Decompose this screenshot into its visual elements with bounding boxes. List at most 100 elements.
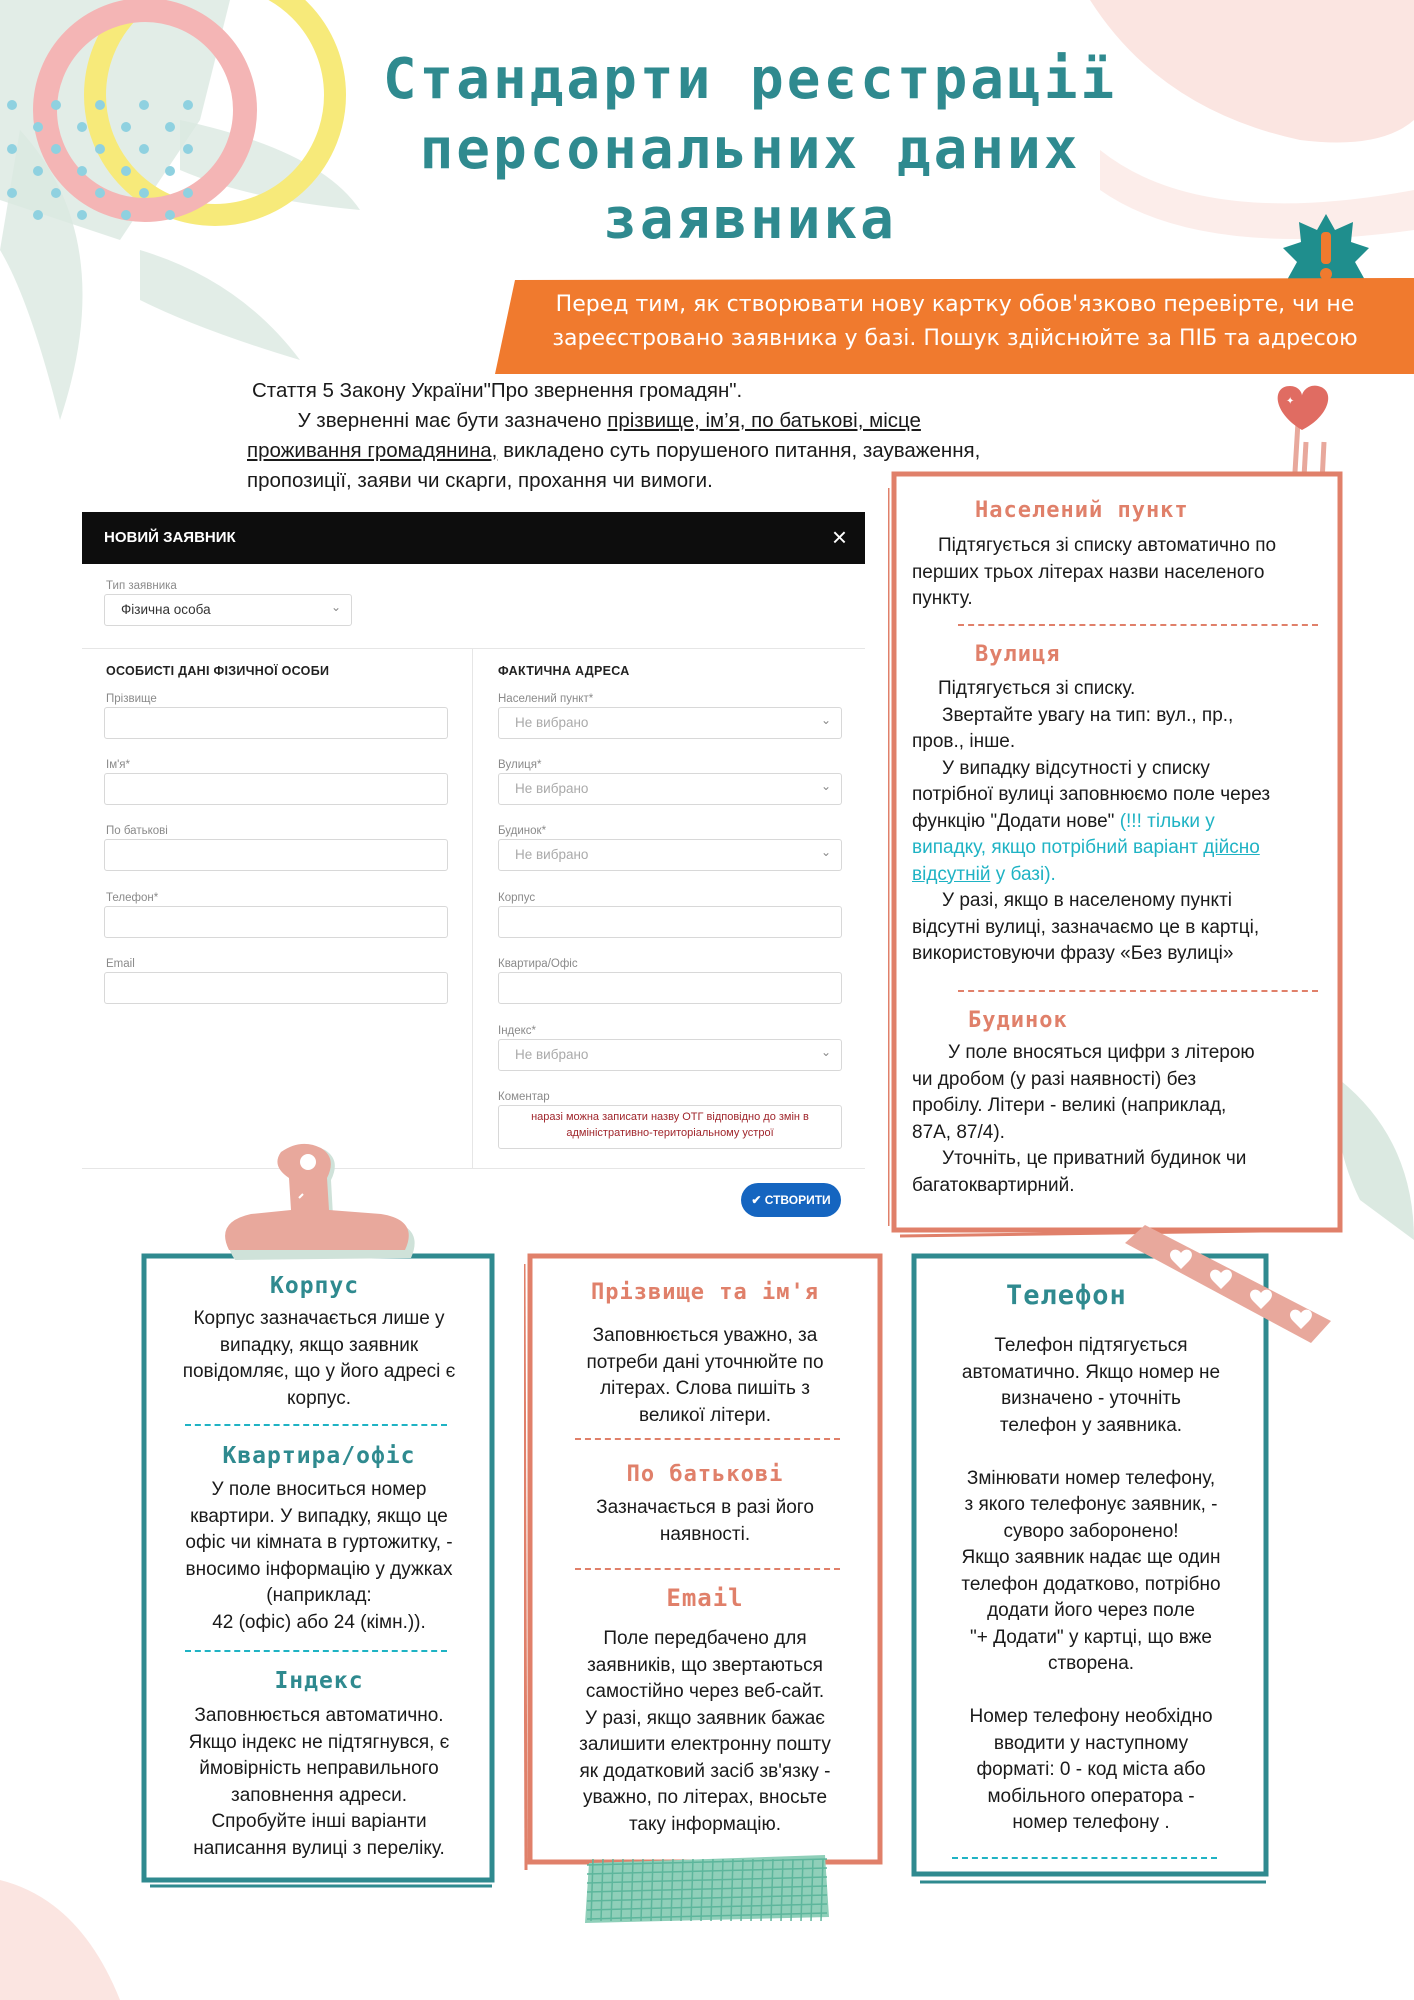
surname-input[interactable] (104, 707, 448, 739)
first-name-input[interactable] (104, 773, 448, 805)
dot-decoration (77, 122, 87, 132)
text-line: багатоквартирний. (912, 1174, 1075, 1196)
text-line: потреби дані уточнюйте по (586, 1351, 824, 1373)
block-input[interactable] (498, 906, 842, 938)
street-note: у базі). (990, 863, 1056, 885)
dot-decoration (121, 210, 131, 220)
phone-input[interactable] (104, 906, 448, 938)
settlement-title: Населений пункт (975, 498, 1189, 523)
dot-decoration (7, 188, 17, 198)
text-line: використовуючи фразу «Без вулиці» (912, 943, 1234, 964)
law-line-2-text: У зверненні має бути зазначено (297, 409, 608, 432)
street-note: (!!! тільки у (1119, 810, 1215, 832)
text-line: перших трьох літерах назви населеного (912, 561, 1265, 583)
dot-decoration (95, 144, 105, 154)
text-line: Звертайте увагу на тип: вул., пр., (942, 704, 1234, 726)
applicant-type-label: Тип заявника (106, 580, 177, 592)
street-placeholder: Не вибрано (515, 781, 589, 796)
text-line: Телефон підтягується (994, 1335, 1188, 1356)
text-line: визначено - уточніть (1001, 1388, 1181, 1409)
index-select[interactable]: Не вибрано ⌄ (498, 1039, 842, 1071)
page-title: Стандарти реєстрації персональних даних … (340, 45, 1160, 255)
personal-section-title: ОСОБИСТІ ДАНІ ФІЗИЧНОЇ ОСОБИ (106, 664, 330, 678)
text-line: ймовірність неправильного (199, 1758, 439, 1779)
text-line: повідомляє, що у його адресі є (182, 1361, 456, 1382)
law-line-2: У зверненні має бути зазначено прізвище,… (252, 406, 1132, 436)
heart-tape-icon (1125, 1225, 1331, 1343)
divider (472, 648, 473, 1168)
text-line: 42 (офіс) або 24 (кімн.)). (212, 1611, 426, 1633)
email-input[interactable] (104, 972, 448, 1004)
patronymic-input[interactable] (104, 839, 448, 871)
street-select[interactable]: Не вибрано ⌄ (498, 773, 842, 805)
dot-decoration (33, 210, 43, 220)
text-line: відсутні вулиці, зазначаємо це в картці, (912, 916, 1260, 938)
block-text: Корпус зазначається лише у випадку, якщо… (152, 1306, 486, 1412)
text-line: великої літери. (639, 1404, 771, 1426)
close-icon[interactable]: × (832, 522, 847, 553)
text-line: заявників, що звертаються (587, 1654, 823, 1676)
dot-decoration (139, 188, 149, 198)
text-line: Корпус зазначається лише у (193, 1308, 445, 1329)
text-line: Номер телефону необхідно (969, 1706, 1213, 1727)
comment-label: Коментар (498, 1091, 550, 1103)
index-title: Індекс (274, 1668, 364, 1694)
chevron-down-icon: ⌄ (820, 1045, 831, 1059)
dot-decoration (51, 144, 61, 154)
text-line: таку інформацію. (628, 1813, 782, 1835)
dot-decoration (77, 166, 87, 176)
dot-decoration (165, 210, 175, 220)
dashed-divider (952, 1857, 1217, 1859)
dot-decoration (95, 188, 105, 198)
text-line: написання вулиці з переліку. (193, 1837, 445, 1859)
text-line: форматі: 0 - код міста або (976, 1759, 1206, 1780)
dot-decoration (7, 100, 17, 110)
index-label: Індекс* (498, 1025, 537, 1037)
chevron-down-icon: ⌄ (820, 845, 831, 859)
comment-textarea[interactable]: наразі можна записати назву ОТГ відповід… (498, 1105, 842, 1149)
text-line: Заповнюється автоматично. (194, 1705, 444, 1726)
text-line: суворо заборонено! (1003, 1520, 1179, 1542)
block-title: Корпус (270, 1273, 360, 1299)
patronymic-title: По батькові (626, 1462, 784, 1487)
applicant-type-select[interactable]: Фізична особа ⌄ (104, 594, 352, 626)
dashed-divider (575, 1438, 840, 1440)
text-line: пробілу. Літери - великі (наприклад, (912, 1095, 1227, 1116)
dot-decoration (139, 100, 149, 110)
clip-icon (225, 1143, 415, 1260)
title-line-3: заявника (603, 187, 897, 252)
text-line: потрібної вулиці заповнюємо поле через (912, 784, 1271, 805)
text-line: телефон додатково, потрібно (961, 1573, 1221, 1595)
dot-decoration (165, 166, 175, 176)
name-text: Заповнюється уважно, за потреби дані уто… (540, 1323, 870, 1429)
block-label: Корпус (498, 892, 536, 904)
dot-decoration (183, 188, 193, 198)
text-line: самостійно через веб-сайт. (585, 1681, 825, 1702)
text-line: літерах. Слова пишіть з (600, 1378, 810, 1399)
title-line-1: Стандарти реєстрації (382, 47, 1118, 112)
text-span: функцію "Додати нове" (912, 810, 1120, 832)
street-label: Вулиця* (498, 759, 542, 771)
building-select[interactable]: Не вибрано ⌄ (498, 839, 842, 871)
law-line-3-text: викладено суть порушеного питання, заува… (497, 439, 981, 462)
settlement-select[interactable]: Не вибрано ⌄ (498, 707, 842, 739)
chevron-down-icon: ⌄ (820, 779, 831, 793)
text-line: Заповнюється уважно, за (592, 1325, 818, 1346)
dot-decoration (51, 100, 61, 110)
text-line: У поле вноситься номер (211, 1479, 427, 1500)
create-button[interactable]: ✔ СТВОРИТИ (741, 1183, 841, 1217)
dashed-divider (958, 990, 1318, 992)
phone-title: Телефон (1006, 1280, 1127, 1311)
form-title: НОВИЙ ЗАЯВНИК (104, 529, 236, 546)
dashed-divider (185, 1650, 447, 1652)
text-line: У разі, якщо в населеному пункті (942, 890, 1232, 911)
banner-line-2: зареєстровано заявника у базі. Пошук зді… (552, 326, 1358, 351)
dot-decoration (183, 144, 193, 154)
dot-decoration (77, 210, 87, 220)
street-note-underlined: дійсно (1203, 837, 1260, 858)
street-text: Підтягується зі списку. Звертайте увагу … (912, 676, 1337, 968)
text-line: мобільного оператора - (987, 1785, 1195, 1807)
index-text: Заповнюється автоматично. Якщо індекс не… (152, 1703, 486, 1862)
apartment-input[interactable] (498, 972, 842, 1004)
text-line: наявності. (659, 1523, 751, 1545)
